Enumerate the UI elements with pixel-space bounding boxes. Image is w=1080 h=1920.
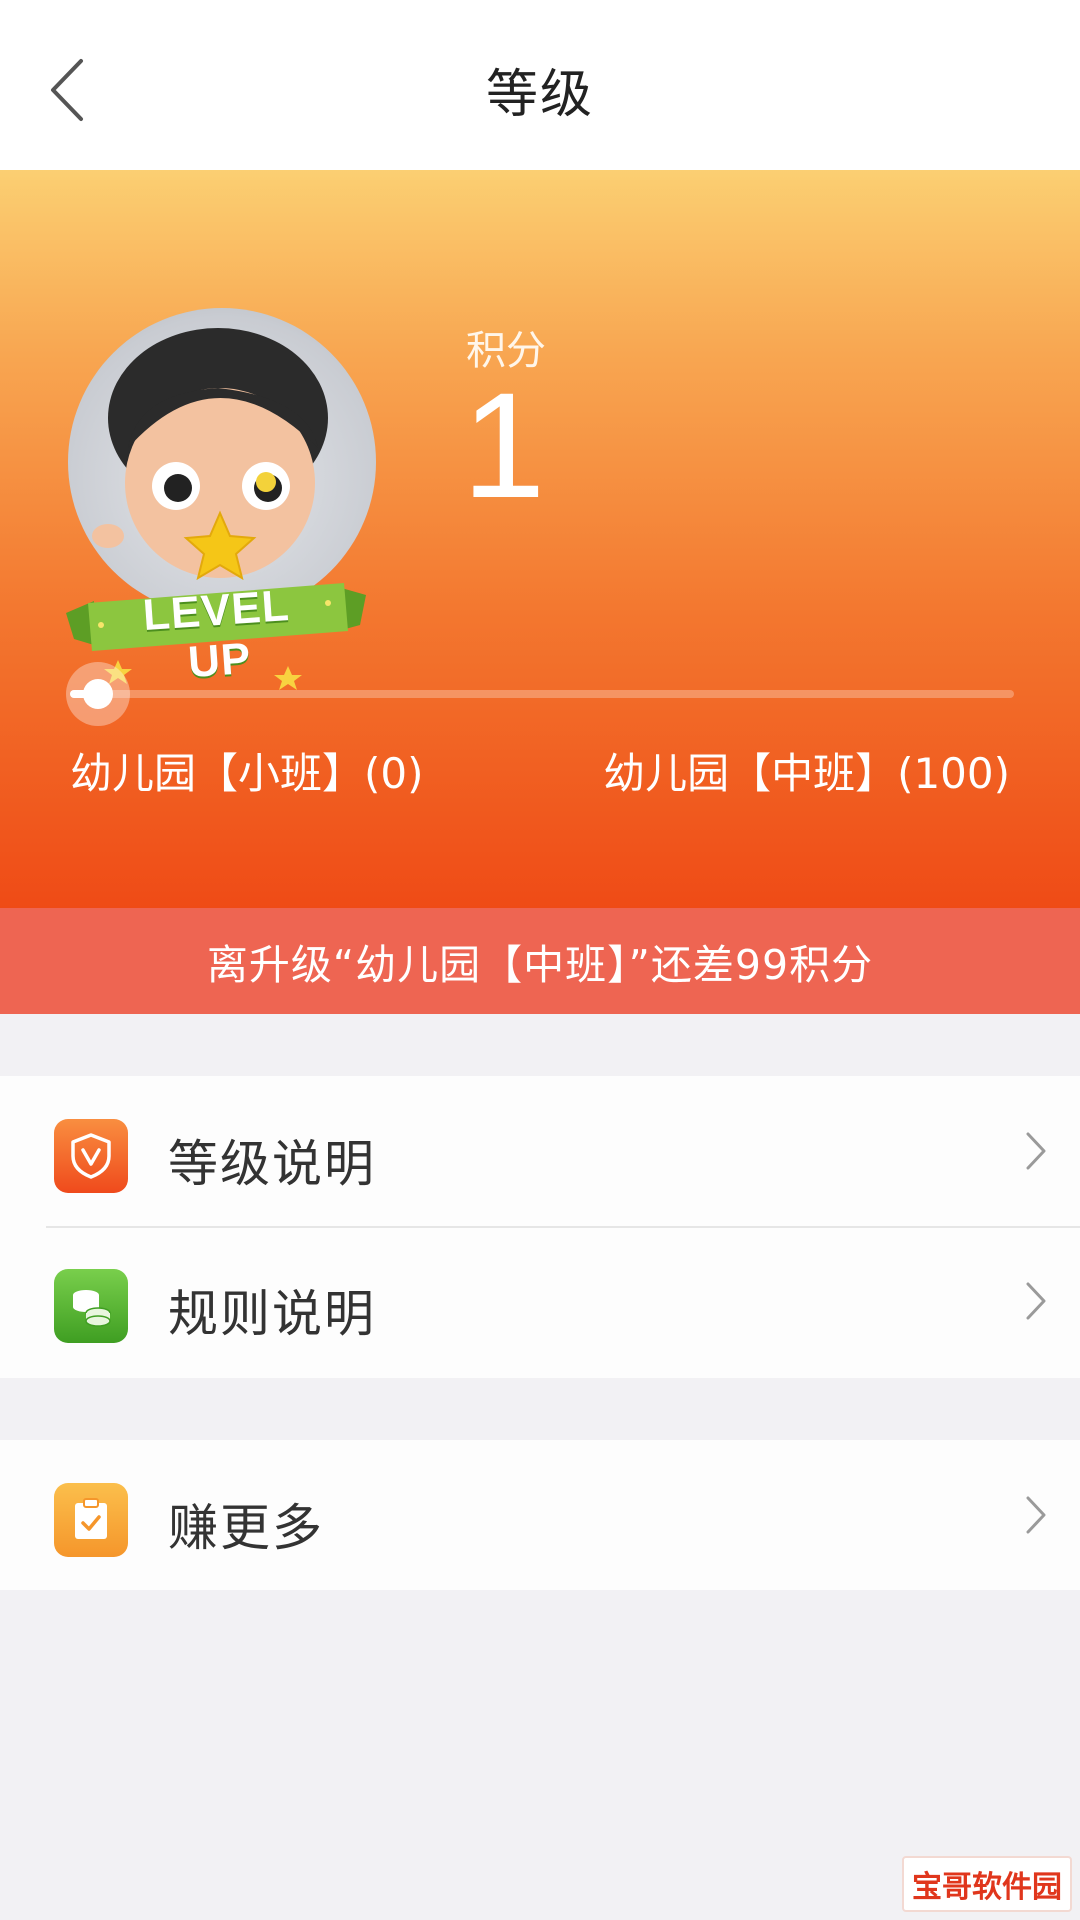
cartoon-face-icon bbox=[92, 328, 328, 581]
avatar-image bbox=[68, 308, 376, 616]
menu-item-label: 赚更多 bbox=[168, 1499, 324, 1557]
level-hero: LEVEL UP 积分 1 幼儿园【小班】(0) 幼儿园【中班】(100) bbox=[0, 170, 1080, 908]
menu-item-label: 规则说明 bbox=[168, 1285, 376, 1343]
coins-icon bbox=[54, 1269, 128, 1343]
upgrade-notice-text: 离升级“幼儿园【中班】”还差99积分 bbox=[206, 941, 874, 989]
menu-item-level-desc[interactable]: 等级说明 bbox=[0, 1076, 1080, 1228]
menu-item-rule-desc[interactable]: 规则说明 bbox=[0, 1226, 1080, 1376]
upgrade-notice: 离升级“幼儿园【中班】”还差99积分 bbox=[0, 908, 1080, 1014]
menu-item-label: 等级说明 bbox=[168, 1135, 376, 1193]
watermark: 宝哥软件园 bbox=[902, 1856, 1072, 1912]
next-level-label: 幼儿园【中班】(100) bbox=[603, 749, 1010, 798]
menu-group-earn: 赚更多 bbox=[0, 1440, 1080, 1590]
shield-icon bbox=[54, 1119, 128, 1193]
points-value: 1 bbox=[462, 361, 546, 529]
level-progress-bar bbox=[70, 690, 1014, 698]
top-bar: 等级 bbox=[0, 0, 1080, 170]
current-level-label: 幼儿园【小班】(0) bbox=[70, 749, 424, 798]
chevron-right-icon bbox=[1026, 1496, 1046, 1534]
chevron-right-icon bbox=[1026, 1132, 1046, 1170]
menu-item-earn-more[interactable]: 赚更多 bbox=[0, 1440, 1080, 1590]
clipboard-check-icon bbox=[54, 1483, 128, 1557]
menu-group-info: 等级说明 规则说明 bbox=[0, 1076, 1080, 1378]
avatar: LEVEL UP bbox=[66, 308, 381, 690]
chevron-right-icon bbox=[1026, 1282, 1046, 1320]
page-title: 等级 bbox=[485, 65, 594, 125]
